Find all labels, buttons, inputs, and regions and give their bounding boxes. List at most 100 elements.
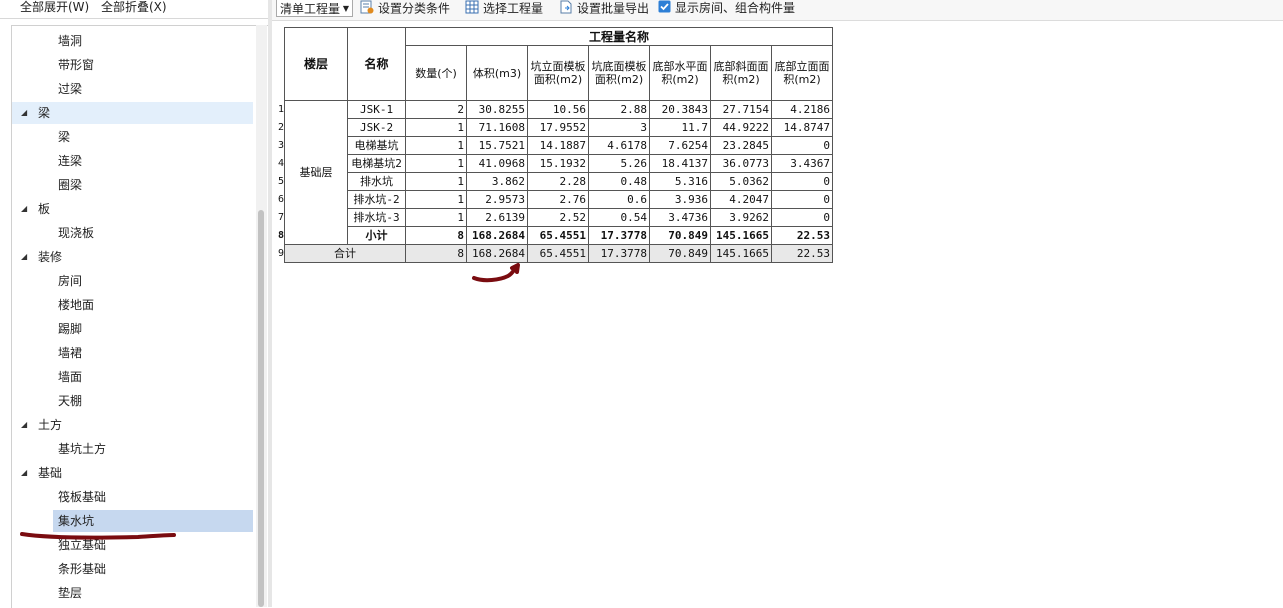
tree-item[interactable]: 墙面	[53, 366, 253, 388]
tree-category[interactable]: ◢ 板	[12, 198, 253, 220]
value-cell: 22.53	[771, 226, 834, 245]
value-cell: 0	[771, 190, 834, 209]
floor-cell: 基础层	[284, 100, 349, 245]
tree-item-label: 墙裙	[58, 346, 83, 360]
tree-item[interactable]: 独立基础	[53, 534, 253, 556]
tree-toolbar: 全部展开(W) 全部折叠(X)	[0, 0, 268, 19]
column-header: 数量(个)	[405, 45, 468, 101]
value-cell: 41.0968	[466, 154, 529, 173]
panel-splitter[interactable]	[268, 0, 272, 607]
tree-item[interactable]: 带形窗	[53, 54, 253, 76]
collapse-arrow-icon[interactable]: ◢	[21, 462, 27, 484]
value-cell: 1	[405, 136, 468, 155]
tree-item[interactable]: 墙洞	[53, 30, 253, 52]
tree-item[interactable]: 现浇板	[53, 222, 253, 244]
tree-item[interactable]: 楼地面	[53, 294, 253, 316]
floor-header: 楼层	[284, 27, 349, 101]
value-cell: 8	[405, 226, 468, 245]
tree-item[interactable]: 踢脚	[53, 318, 253, 340]
tree-item[interactable]: 天棚	[53, 390, 253, 412]
collapse-arrow-icon[interactable]: ◢	[21, 198, 27, 220]
batch-export-button[interactable]: 设置批量导出	[559, 0, 649, 18]
value-cell: 145.1665	[710, 244, 773, 263]
value-cell: 3.4367	[771, 154, 834, 173]
tree-item[interactable]: 房间	[53, 270, 253, 292]
tree-item-label: 楼地面	[58, 298, 95, 312]
tree-item-label: 墙面	[58, 370, 83, 384]
tree-item-label: 圈梁	[58, 178, 83, 192]
table-row: 1 基础层 JSK-1 2 30.8255 10.56 2.88 20.3843 27.7154…	[278, 100, 834, 245]
value-cell: 5.26	[588, 154, 651, 173]
collapse-arrow-icon[interactable]: ◢	[21, 102, 27, 124]
expand-all-button[interactable]: 全部展开(W)	[20, 0, 89, 14]
tree-item-label: 天棚	[58, 394, 83, 408]
table-row: 8 小计 8 168.2684 65.4551 17.3778 70.849 145.1665…	[278, 226, 834, 245]
collapse-arrow-icon[interactable]: ◢	[21, 246, 27, 268]
component-name-cell: 电梯基坑	[347, 136, 407, 155]
value-cell: 2.88	[588, 100, 651, 119]
tree-item[interactable]: 梁	[53, 126, 253, 148]
tree-item-label: 独立基础	[58, 538, 107, 552]
tree-item[interactable]: 连梁	[53, 150, 253, 172]
show-rooms-checkbox[interactable]: 显示房间、组合构件量	[658, 0, 795, 18]
column-header: 底部斜面面积(m2)	[710, 45, 773, 101]
column-header: 坑立面模板面积(m2)	[527, 45, 590, 101]
tree-item[interactable]: 圈梁	[53, 174, 253, 196]
row-number: 7	[278, 208, 285, 227]
tree-item[interactable]: 过梁	[53, 78, 253, 100]
quantity-type-select[interactable]: 清单工程量 ▼	[276, 0, 353, 17]
tree-item[interactable]: 垫层	[53, 582, 253, 604]
tree-scrollbar-thumb[interactable]	[258, 210, 264, 607]
value-cell: 70.849	[649, 226, 712, 245]
component-name-cell: 排水坑	[347, 172, 407, 191]
batch-export-label: 设置批量导出	[577, 1, 650, 16]
value-cell: 18.4137	[649, 154, 712, 173]
value-cell: 1	[405, 172, 468, 191]
row-number: 4	[278, 154, 285, 173]
tree-item[interactable]: 条形基础	[53, 558, 253, 580]
table-row: 4 电梯基坑2 1 41.0968 15.1932 5.26 18.4137 36.0773 3…	[278, 154, 834, 173]
category-settings-icon	[360, 0, 374, 18]
chevron-down-icon: ▼	[342, 4, 349, 13]
tree-item[interactable]: 集水坑	[53, 510, 253, 532]
value-cell: 8	[405, 244, 468, 263]
column-header: 体积(m3)	[466, 45, 529, 101]
value-cell: 44.9222	[710, 118, 773, 137]
tree-category[interactable]: ◢ 基础	[12, 462, 253, 484]
value-cell: 0	[771, 136, 834, 155]
value-cell: 1	[405, 118, 468, 137]
value-cell: 168.2684	[466, 244, 529, 263]
value-cell: 23.2845	[710, 136, 773, 155]
tree-item-label: 基础	[38, 466, 63, 480]
value-cell: 15.1932	[527, 154, 590, 173]
collapse-all-button[interactable]: 全部折叠(X)	[101, 0, 167, 14]
quantity-type-value: 清单工程量	[280, 2, 341, 16]
choose-quantity-button[interactable]: 选择工程量	[465, 0, 543, 18]
value-cell: 168.2684	[466, 226, 529, 245]
quantity-group-header: 工程量名称	[405, 27, 834, 46]
report-toolbar: 清单工程量 ▼ 设置分类条件 选择工程量 设置批量导出 显示房间、组合构件量	[272, 0, 1283, 21]
component-name-cell: JSK-2	[347, 118, 407, 137]
value-cell: 14.1887	[527, 136, 590, 155]
component-tree: 墙洞 带形窗 过梁 ◢ 梁梁连梁圈梁 ◢ 板现浇板 ◢ 装修 房间楼地面踢脚墙裙墙面天棚 ◢ 土方 基坑…	[11, 25, 269, 608]
tree-item-label: 连梁	[58, 154, 83, 168]
value-cell: 2.76	[527, 190, 590, 209]
value-cell: 3.862	[466, 172, 529, 191]
collapse-arrow-icon[interactable]: ◢	[21, 414, 27, 436]
table-row: 5 排水坑 1 3.862 2.28 0.48 5.316 5.0362 0	[278, 172, 834, 191]
set-category-button[interactable]: 设置分类条件	[360, 0, 450, 18]
tree-item-label: 筏板基础	[58, 490, 107, 504]
total-label: 合计	[284, 244, 407, 263]
tree-category[interactable]: ◢ 装修	[12, 246, 253, 268]
tree-category[interactable]: ◢ 梁	[12, 102, 253, 124]
value-cell: 5.316	[649, 172, 712, 191]
tree-category[interactable]: ◢ 土方	[12, 414, 253, 436]
table-grid-icon	[465, 0, 479, 18]
tree-item[interactable]: 墙裙	[53, 342, 253, 364]
tree-item[interactable]: 基坑土方	[53, 438, 253, 460]
value-cell: 20.3843	[649, 100, 712, 119]
tree-item[interactable]: 筏板基础	[53, 486, 253, 508]
value-cell: 36.0773	[710, 154, 773, 173]
value-cell: 1	[405, 208, 468, 227]
table-row: 7 排水坑-3 1 2.6139 2.52 0.54 3.4736 3.9262 0	[278, 208, 834, 227]
